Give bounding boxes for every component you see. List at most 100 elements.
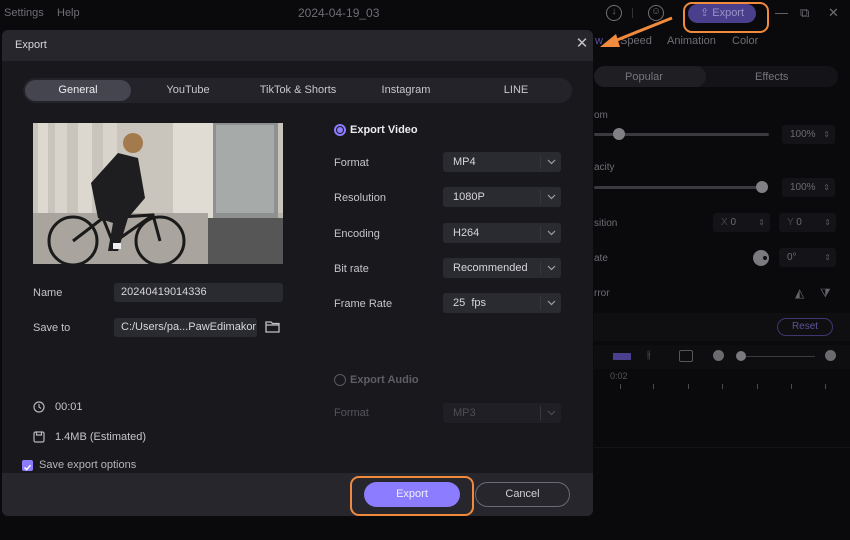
menu-help[interactable]: Help [57, 7, 80, 19]
opacity-slider[interactable] [594, 186, 764, 189]
chevron-down-icon [547, 410, 556, 416]
audio-format-label: Format [334, 407, 369, 419]
bit-rate-select[interactable]: Recommended [443, 258, 561, 278]
flip-vertical-icon[interactable]: ⧩ [820, 286, 831, 301]
video-thumbnail [33, 123, 283, 264]
ruler-tick [757, 384, 758, 389]
stepper-icon[interactable]: ⇕ [823, 125, 830, 144]
clock-icon [33, 401, 45, 413]
platform-tabs: General YouTube TikTok & Shorts Instagra… [23, 78, 572, 103]
timeline-zoom-slider[interactable] [737, 356, 815, 357]
encoding-value: H264 [453, 227, 480, 239]
export-button-highlight [350, 476, 474, 516]
name-label: Name [33, 287, 63, 299]
duration-value: 00:01 [55, 401, 83, 413]
bit-rate-label: Bit rate [334, 263, 369, 275]
position-x-value: 0 [730, 217, 737, 228]
tab-line[interactable]: LINE [463, 80, 569, 101]
rotate-dial[interactable] [753, 250, 769, 266]
annotation-arrow-icon [600, 16, 673, 47]
bit-rate-value: Recommended [453, 262, 528, 274]
tab-youtube[interactable]: YouTube [135, 80, 241, 101]
zoom-slider-knob[interactable] [613, 128, 625, 140]
reset-button[interactable]: Reset [777, 318, 833, 336]
rotate-value: 0° [787, 252, 797, 263]
resolution-label: Resolution [334, 192, 386, 204]
top-export-highlight [683, 2, 769, 33]
rotate-input[interactable]: 0° ⇕ [779, 248, 836, 267]
zoom-label: om [594, 110, 608, 121]
timeline-time: 0:02 [610, 371, 628, 381]
format-label: Format [334, 157, 369, 169]
flip-horizontal-icon[interactable]: ◭ [795, 286, 804, 300]
resolution-value: 1080P [453, 191, 485, 203]
format-select[interactable]: MP4 [443, 152, 561, 172]
close-icon[interactable]: ✕ [828, 5, 839, 21]
timeline-zoom-knob[interactable] [736, 351, 746, 361]
position-y-input[interactable]: Y 0 ⇕ [779, 213, 836, 232]
segment-effects[interactable]: Effects [755, 71, 788, 83]
dialog-title: Export [15, 39, 47, 51]
track-divider [594, 447, 850, 448]
minimize-icon[interactable]: — [775, 5, 788, 20]
save-export-options-label: Save export options [39, 459, 137, 471]
zoom-input[interactable]: 100% ⇕ [782, 125, 835, 144]
dialog-header: Export ✕ [2, 30, 593, 61]
ruler-tick [620, 384, 621, 389]
ruler-tick [653, 384, 654, 389]
export-audio-label: Export Audio [350, 374, 419, 386]
dialog-close-icon[interactable]: ✕ [574, 36, 590, 52]
save-to-label: Save to [33, 322, 71, 334]
frame-rate-select[interactable]: 25 fps [443, 293, 561, 313]
frame-rate-value: 25 fps [453, 297, 487, 309]
encoding-label: Encoding [334, 228, 380, 240]
y-prefix: Y [787, 217, 794, 228]
audio-format-select[interactable]: MP3 [443, 403, 561, 423]
position-x-input[interactable]: X 0 ⇕ [713, 213, 770, 232]
ruler-tick [791, 384, 792, 389]
stepper-icon[interactable]: ⇕ [758, 213, 765, 232]
format-value: MP4 [453, 156, 476, 168]
chevron-down-icon [547, 159, 556, 165]
tab-instagram[interactable]: Instagram [353, 80, 459, 101]
tab-tiktok-shorts[interactable]: TikTok & Shorts [245, 80, 351, 101]
chevron-down-icon [547, 230, 556, 236]
stepper-icon[interactable]: ⇕ [824, 248, 831, 267]
tab-general[interactable]: General [25, 80, 131, 101]
save-export-options-checkbox[interactable] [22, 460, 33, 471]
folder-icon[interactable] [265, 320, 280, 333]
ruler-tick [688, 384, 689, 389]
segment-popular-label: Popular [625, 71, 663, 83]
file-size-icon [33, 431, 45, 443]
tab-color[interactable]: Color [732, 35, 758, 47]
ruler-tick [722, 384, 723, 389]
zoom-out-icon[interactable] [713, 350, 724, 361]
zoom-in-icon[interactable] [825, 350, 836, 361]
fit-icon[interactable] [679, 350, 693, 362]
name-input[interactable]: 20240419014336 [114, 283, 283, 302]
export-video-label: Export Video [350, 124, 418, 136]
split-icon[interactable]: ⫲ [647, 349, 651, 362]
resolution-select[interactable]: 1080P [443, 187, 561, 207]
audio-format-value: MP3 [453, 407, 476, 419]
opacity-slider-knob[interactable] [756, 181, 768, 193]
opacity-input[interactable]: 100% ⇕ [782, 178, 835, 197]
encoding-select[interactable]: H264 [443, 223, 561, 243]
export-video-radio[interactable] [334, 124, 346, 136]
snap-icon[interactable] [613, 353, 631, 360]
chevron-down-icon [547, 194, 556, 200]
stepper-icon[interactable]: ⇕ [824, 213, 831, 232]
estimated-size: 1.4MB (Estimated) [55, 431, 147, 443]
rotate-label: ate [594, 253, 608, 264]
x-prefix: X [721, 217, 728, 228]
export-audio-radio[interactable] [334, 374, 346, 386]
stepper-icon[interactable]: ⇕ [823, 178, 830, 197]
menu-settings[interactable]: Settings [4, 7, 44, 19]
zoom-value: 100% [790, 129, 816, 140]
cancel-button[interactable]: Cancel [475, 482, 570, 507]
save-to-input[interactable]: C:/Users/pa...PawEdimakor [114, 318, 257, 337]
frame-rate-label: Frame Rate [334, 298, 393, 310]
export-dialog: Export ✕ General YouTube TikTok & Shorts… [2, 30, 593, 516]
restore-icon[interactable]: ⧉ [800, 5, 809, 21]
position-label: sition [594, 218, 618, 229]
